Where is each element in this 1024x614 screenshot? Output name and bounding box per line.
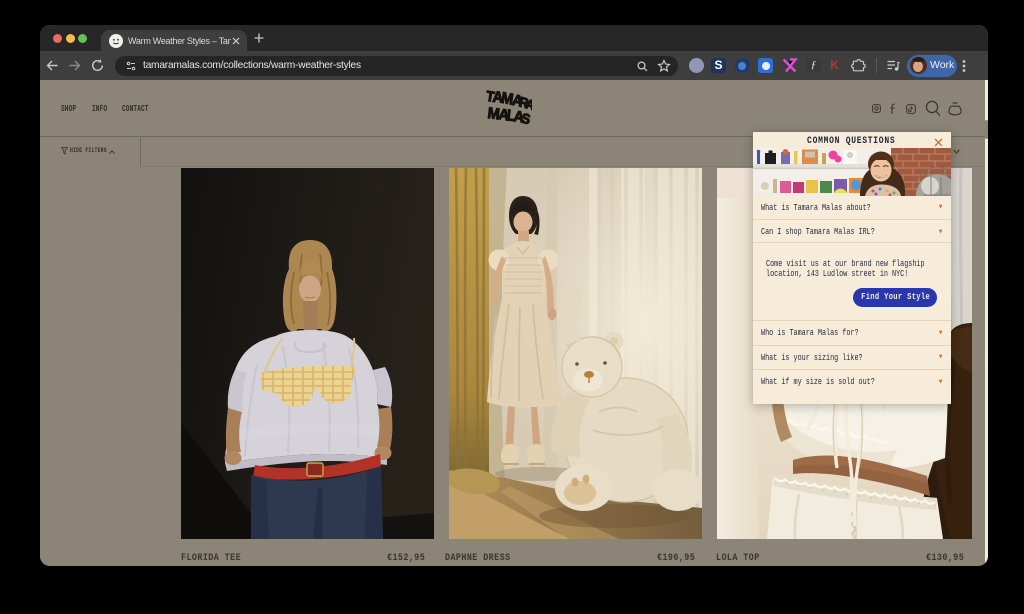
svg-text:S: S — [520, 110, 531, 127]
